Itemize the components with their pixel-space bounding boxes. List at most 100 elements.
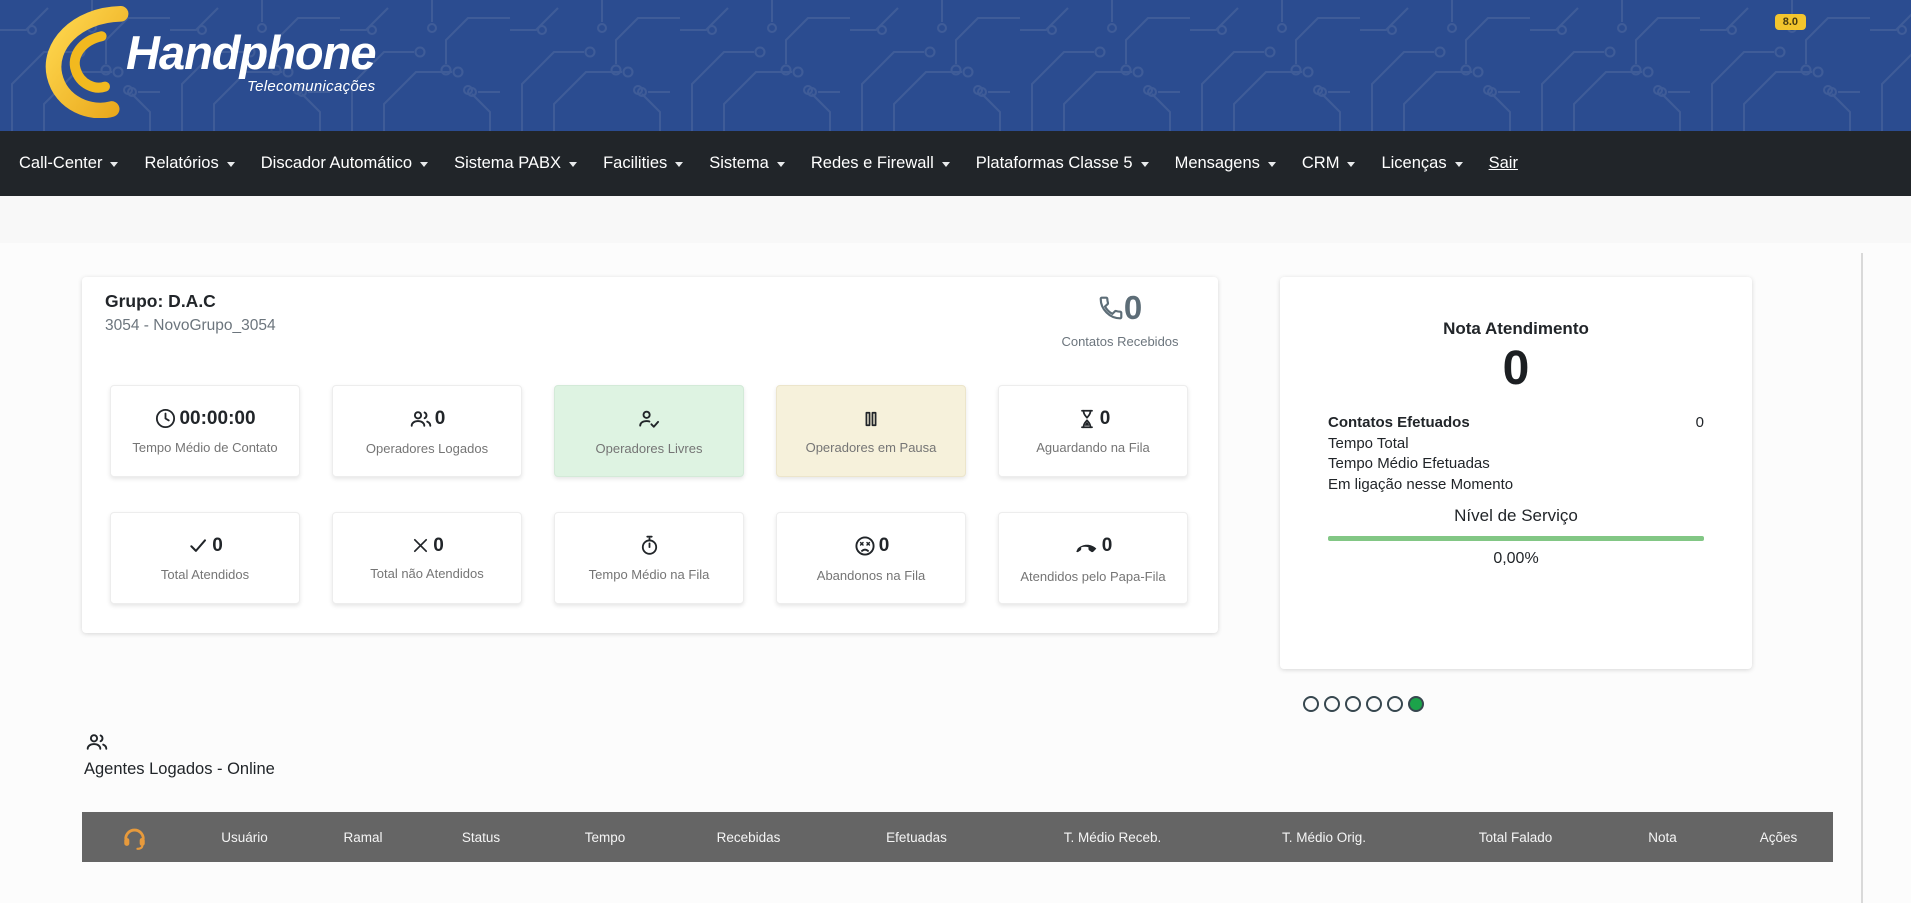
table-header-tempo: Tempo: [539, 830, 671, 845]
chevron-down-icon: [420, 162, 428, 167]
contatos-recebidos-stat: 0 Contatos Recebidos: [1040, 291, 1200, 349]
table-header-ramal: Ramal: [303, 830, 423, 845]
nav-item-sair[interactable]: Sair: [1476, 154, 1531, 173]
nav-item-discador-automatico[interactable]: Discador Automático: [248, 154, 441, 173]
nav-item-label: Plataformas Classe 5: [976, 154, 1133, 173]
nav-item-label: Sair: [1489, 154, 1518, 173]
service-level-bar: [1328, 536, 1704, 541]
nav-item-mensagens[interactable]: Mensagens: [1162, 154, 1289, 173]
main-nav: Call-Center Relatórios Discador Automático…: [0, 131, 1911, 196]
chevron-down-icon: [1268, 162, 1276, 167]
content-top-strip: [0, 196, 1911, 243]
nav-item-label: Discador Automático: [261, 154, 412, 173]
score-row-label: Em ligação nesse Momento: [1328, 475, 1513, 496]
score-value: 0: [1328, 345, 1704, 393]
nav-item-sistema-pabx[interactable]: Sistema PABX: [441, 154, 590, 173]
nav-item-label: CRM: [1302, 154, 1340, 173]
pagination-dot-3[interactable]: [1345, 696, 1361, 712]
table-header-total-falado: Total Falado: [1430, 830, 1601, 845]
brand-tagline: Telecomunicações: [126, 78, 375, 95]
stat-tile-value: 0: [879, 536, 890, 555]
x-icon: [410, 535, 431, 556]
pagination-dot-6[interactable]: [1408, 696, 1424, 712]
stat-tile-value: 0: [1102, 536, 1113, 555]
stat-tile-label: Tempo Médio de Contato: [132, 440, 277, 455]
group-icon: [85, 730, 109, 754]
contatos-recebidos-value: 0: [1124, 291, 1142, 324]
table-header-recebidas: Recebidas: [671, 830, 826, 845]
nav-item-licencas[interactable]: Licenças: [1368, 154, 1475, 173]
contatos-recebidos-label: Contatos Recebidos: [1040, 334, 1200, 349]
stat-tile-total-nao-atendidos: 0 Total não Atendidos: [332, 512, 522, 604]
score-row-label: Contatos Efetuados: [1328, 413, 1470, 434]
hourglass-icon: [1076, 408, 1098, 430]
group-icon: [409, 407, 433, 431]
nav-item-label: Sistema: [709, 154, 769, 173]
service-level-title: Nível de Serviço: [1328, 506, 1704, 526]
chevron-down-icon: [675, 162, 683, 167]
nav-item-label: Licenças: [1381, 154, 1446, 173]
nav-item-plataformas-classe-5[interactable]: Plataformas Classe 5: [963, 154, 1162, 173]
stat-tile-tempo-medio-de-contato: 00:00:00 Tempo Médio de Contato: [110, 385, 300, 477]
stat-tile-label: Aguardando na Fila: [1036, 440, 1149, 455]
check-icon: [187, 534, 210, 557]
stat-tile-aguardando-na-fila: 0Aguardando na Fila: [998, 385, 1188, 477]
nav-item-facilities[interactable]: Facilities: [590, 154, 696, 173]
table-header-t-medio-orig: T. Médio Orig.: [1218, 830, 1430, 845]
nav-item-crm[interactable]: CRM: [1289, 154, 1369, 173]
stat-tile-label: Abandonos na Fila: [817, 568, 925, 583]
table-header-usuario: Usuário: [186, 830, 303, 845]
nav-item-call-center[interactable]: Call-Center: [6, 154, 131, 173]
clock-icon: [154, 407, 177, 430]
score-row-contatos-efetuados: Contatos Efetuados 0: [1328, 413, 1704, 434]
stat-tile-value: 00:00:00: [179, 409, 255, 428]
pagination-dot-4[interactable]: [1366, 696, 1382, 712]
score-card-title: Nota Atendimento: [1328, 319, 1704, 339]
stat-tile-total-atendidos: 0Total Atendidos: [110, 512, 300, 604]
top-banner: Handphone Telecomunicações 8.0: [0, 0, 1911, 131]
group-subtitle: 3054 - NovoGrupo_3054: [105, 317, 276, 335]
service-level-percent: 0,00%: [1328, 550, 1704, 568]
chevron-down-icon: [777, 162, 785, 167]
table-header-status: Status: [423, 830, 539, 845]
table-header-efetuadas: Efetuadas: [826, 830, 1007, 845]
stat-tile-atendidos-pelo-papa-fila: 0Atendidos pelo Papa-Fila: [998, 512, 1188, 604]
vertical-scroll-divider: [1861, 253, 1863, 903]
chevron-down-icon: [227, 162, 235, 167]
nav-item-sistema[interactable]: Sistema: [696, 154, 798, 173]
nav-item-label: Relatórios: [144, 154, 218, 173]
stat-tile-tempo-medio-na-fila: Tempo Médio na Fila: [554, 512, 744, 604]
pagination-dot-1[interactable]: [1303, 696, 1319, 712]
stat-tile-operadores-livres: Operadores Livres: [554, 385, 744, 477]
pagination-dot-5[interactable]: [1387, 696, 1403, 712]
group-title: Grupo: D.A.C: [105, 291, 216, 312]
brand-name: Handphone: [126, 29, 375, 76]
stat-tile-operadores-logados: 0Operadores Logados: [332, 385, 522, 477]
pagination-dot-2[interactable]: [1324, 696, 1340, 712]
nav-item-label: Sistema PABX: [454, 154, 561, 173]
score-row-label: Tempo Total: [1328, 434, 1409, 455]
table-header-acoes: Ações: [1724, 830, 1833, 845]
chevron-down-icon: [1347, 162, 1355, 167]
stat-tile-label: Operadores em Pausa: [806, 440, 937, 455]
stat-tile-label: Tempo Médio na Fila: [589, 567, 710, 582]
score-row-label: Tempo Médio Efetuadas: [1328, 454, 1490, 475]
stat-tile-label: Total não Atendidos: [370, 566, 483, 581]
carousel-pagination: [1303, 696, 1424, 712]
version-badge: 8.0: [1775, 14, 1806, 30]
stat-tile-value: 0: [433, 536, 444, 555]
person-check-icon: [637, 407, 661, 431]
score-row-tempo-medio-efetuadas: Tempo Médio Efetuadas: [1328, 454, 1704, 475]
main-content: Grupo: D.A.C 3054 - NovoGrupo_3054 0 Con…: [0, 196, 1911, 903]
stat-tile-value: 0: [435, 409, 446, 428]
headset-icon: [82, 824, 186, 851]
timer-icon: [638, 534, 661, 557]
call-end-icon: [1074, 533, 1100, 559]
stat-tile-value: 0: [212, 536, 223, 555]
agents-table-header: UsuárioRamalStatusTempoRecebidasEfetuada…: [82, 812, 1833, 862]
nav-item-redes-e-firewall[interactable]: Redes e Firewall: [798, 154, 963, 173]
score-row-value: 0: [1696, 413, 1704, 434]
group-card: Grupo: D.A.C 3054 - NovoGrupo_3054 0 Con…: [82, 277, 1218, 633]
nav-item-relatorios[interactable]: Relatórios: [131, 154, 247, 173]
chevron-down-icon: [110, 162, 118, 167]
